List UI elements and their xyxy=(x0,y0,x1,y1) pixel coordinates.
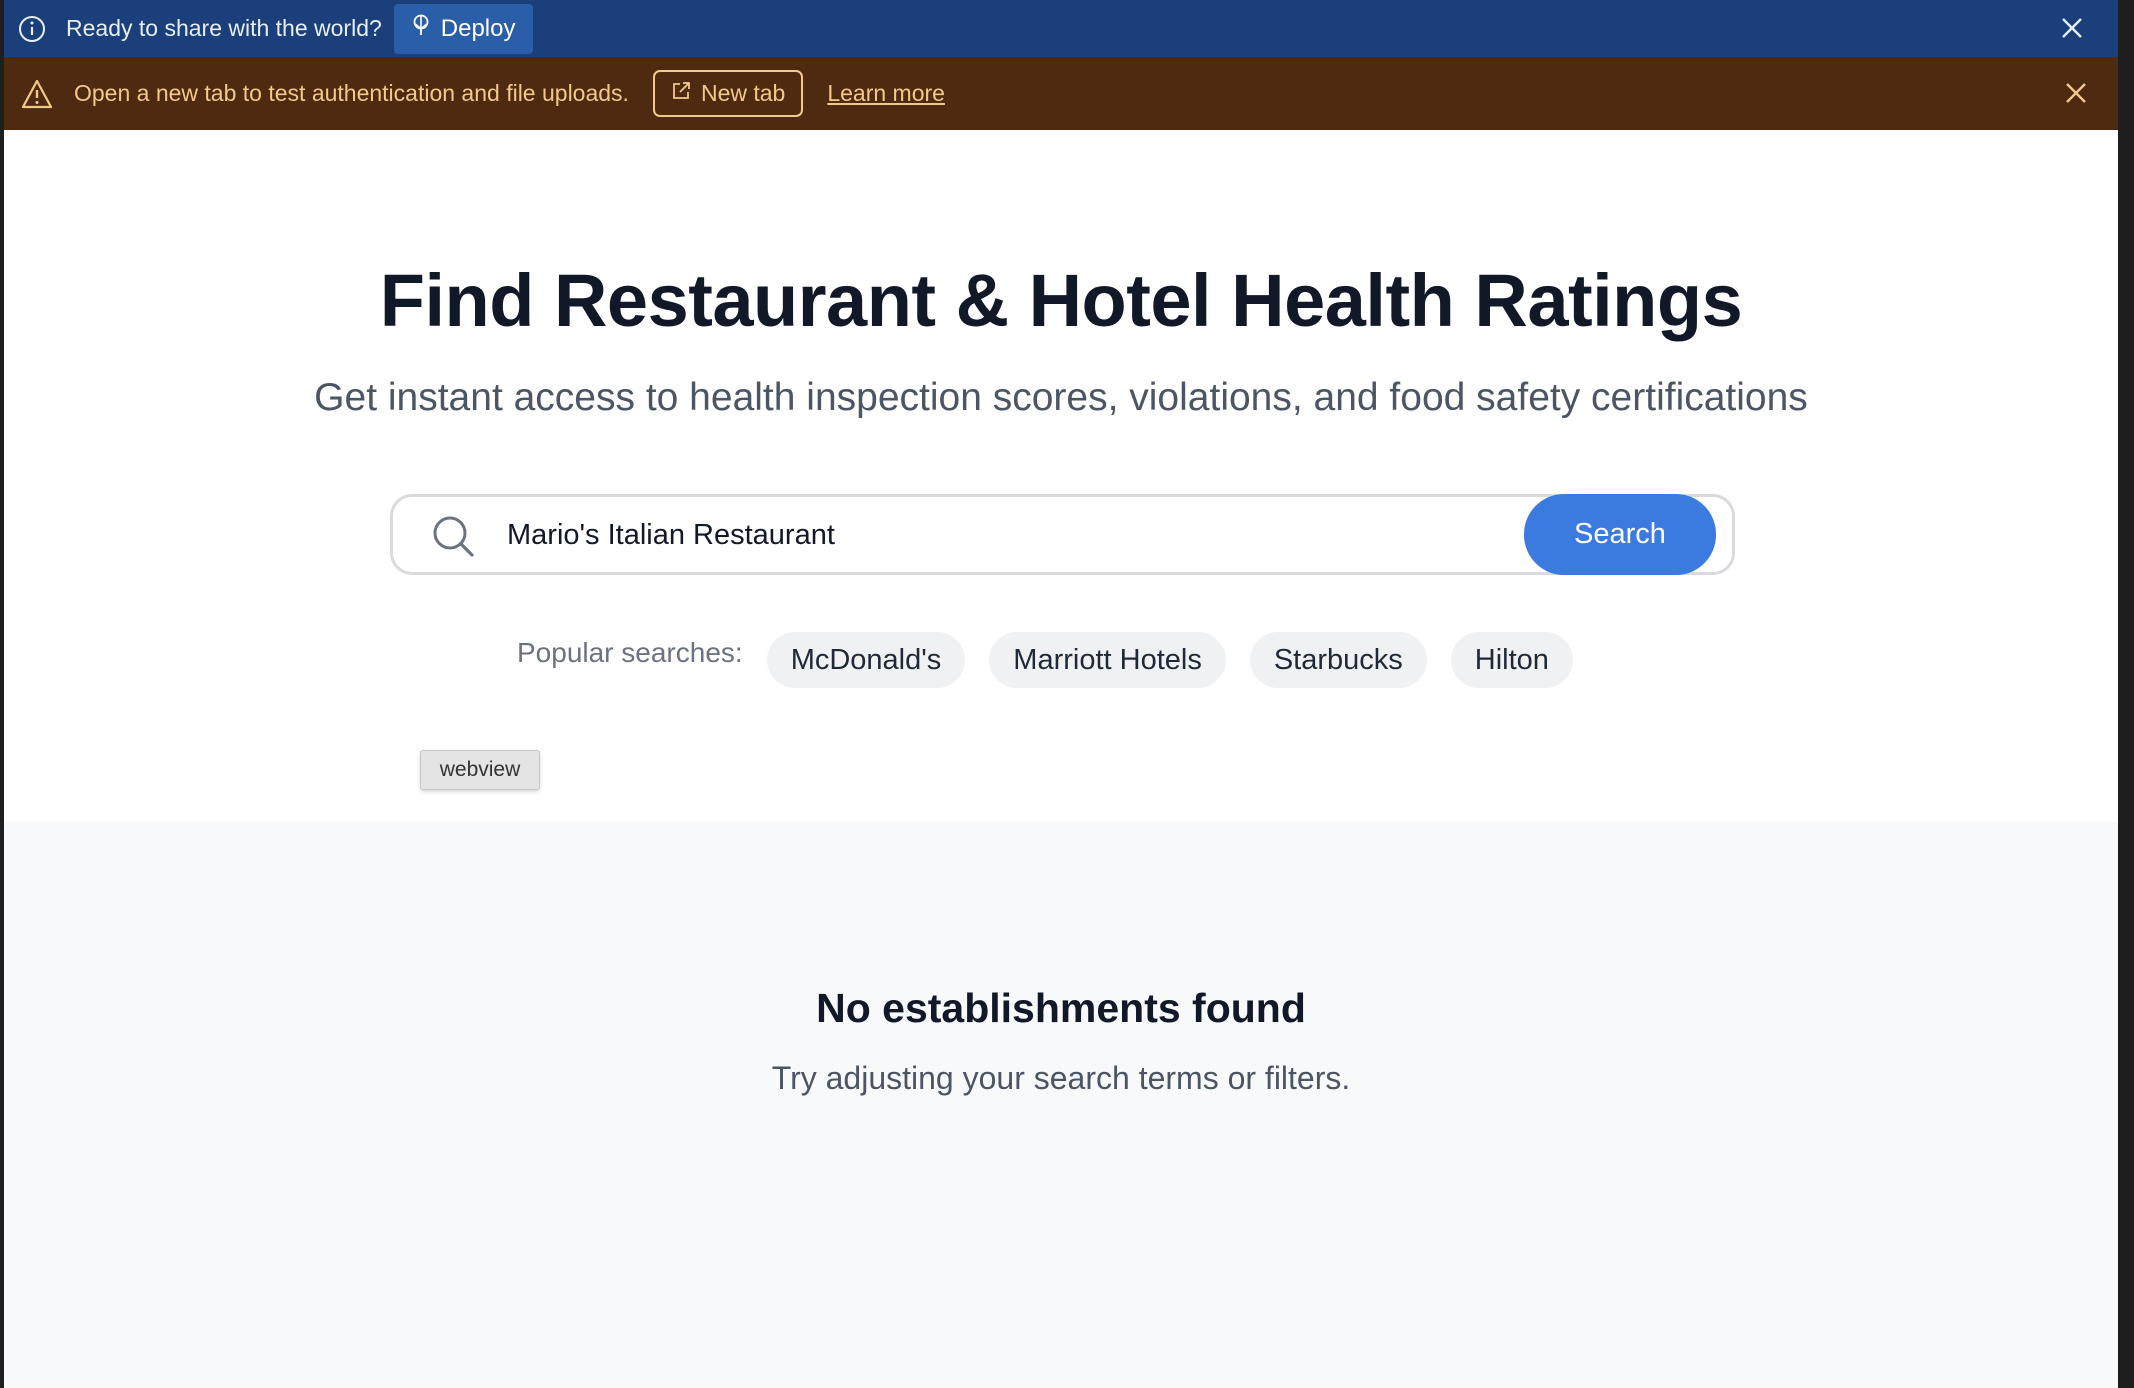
close-warning-banner-icon[interactable] xyxy=(2060,77,2092,109)
empty-state-title: No establishments found xyxy=(816,985,1306,1031)
popular-search-chip[interactable]: McDonald's xyxy=(766,632,966,688)
deploy-banner-message: Ready to share with the world? xyxy=(66,15,382,41)
app-viewport: Ready to share with the world? Deploy Op… xyxy=(4,0,2118,1388)
webview-tooltip: webview xyxy=(420,750,540,790)
popular-searches-label: Popular searches: xyxy=(517,637,743,668)
info-icon xyxy=(17,14,47,44)
close-deploy-banner-icon[interactable] xyxy=(2056,12,2088,44)
deploy-button[interactable]: Deploy xyxy=(393,3,533,54)
popular-searches: Popular searches: McDonald's Marriott Ho… xyxy=(517,632,1597,688)
search-bar: Search xyxy=(390,494,1735,575)
warning-banner: Open a new tab to test authentication an… xyxy=(4,57,2118,130)
deploy-button-label: Deploy xyxy=(440,14,516,42)
results-empty-state: No establishments found Try adjusting yo… xyxy=(4,822,2118,1388)
search-input[interactable] xyxy=(507,509,1507,561)
popular-search-chip[interactable]: Starbucks xyxy=(1249,632,1427,688)
search-button[interactable]: Search xyxy=(1524,494,1716,575)
empty-state-message: Try adjusting your search terms or filte… xyxy=(771,1060,1351,1096)
window-frame: Ready to share with the world? Deploy Op… xyxy=(0,0,2134,1388)
new-tab-label: New tab xyxy=(700,80,786,106)
page-subtitle: Get instant access to health inspection … xyxy=(314,376,1808,419)
hero-section: Find Restaurant & Hotel Health Ratings G… xyxy=(4,130,2118,822)
warning-banner-message: Open a new tab to test authentication an… xyxy=(74,80,629,106)
new-tab-button[interactable]: New tab xyxy=(652,70,804,117)
deploy-icon xyxy=(411,14,431,43)
popular-search-chip[interactable]: Hilton xyxy=(1450,632,1573,688)
warning-icon xyxy=(20,77,54,111)
learn-more-link[interactable]: Learn more xyxy=(827,80,945,107)
search-icon xyxy=(431,514,475,558)
deploy-banner: Ready to share with the world? Deploy xyxy=(4,0,2118,57)
external-link-icon xyxy=(671,80,691,107)
popular-search-chip[interactable]: Marriott Hotels xyxy=(989,632,1226,688)
page-title: Find Restaurant & Hotel Health Ratings xyxy=(379,259,1743,342)
